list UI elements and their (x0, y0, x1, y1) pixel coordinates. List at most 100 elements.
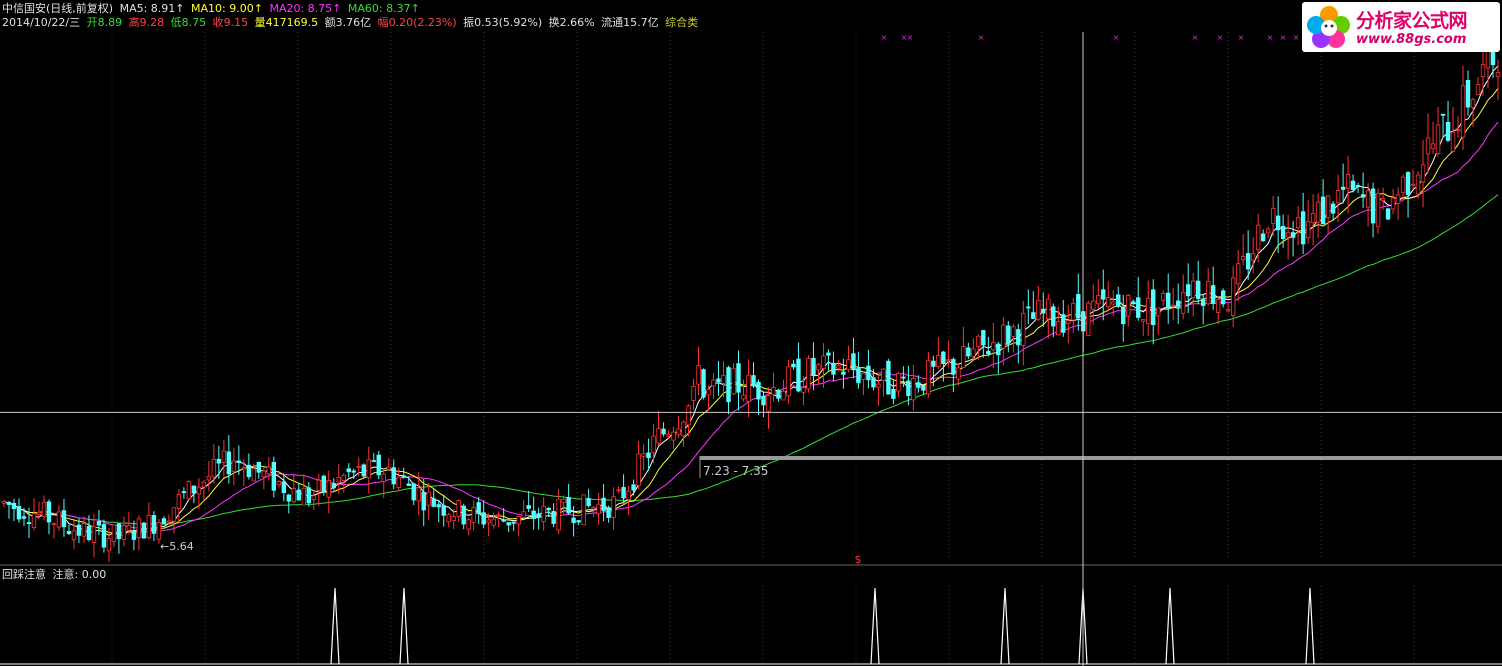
candle-body (576, 520, 581, 523)
indicator-spike (1305, 587, 1315, 665)
candle-body (886, 360, 891, 395)
candle-body (86, 526, 92, 540)
candle-body (446, 514, 451, 523)
candle-body (1420, 164, 1426, 183)
candle-body (1061, 314, 1066, 333)
candle-body (1096, 295, 1101, 305)
candle-body (1255, 224, 1261, 251)
candle-body (336, 477, 341, 483)
candle-body (271, 462, 277, 491)
candle-body (1445, 121, 1451, 141)
gap-band (700, 456, 1502, 460)
low-value: 低8.75 (170, 16, 207, 29)
candle-body (156, 522, 162, 540)
candle-body (931, 360, 936, 367)
candle-body (1036, 299, 1041, 320)
candle-body (1171, 304, 1176, 307)
candle-body (146, 514, 152, 539)
candle-body (256, 461, 262, 473)
candle-body (916, 382, 921, 388)
candle-body (31, 513, 37, 529)
change-value: 幅0.20(2.23%) (377, 16, 457, 29)
candle-body (896, 373, 901, 392)
candle-body (1260, 233, 1266, 242)
candle-body (911, 377, 916, 401)
candle-body (1141, 319, 1146, 322)
candle-body (831, 362, 836, 375)
candle-body (1166, 292, 1171, 309)
candle-body (501, 519, 506, 522)
candle-body (1465, 79, 1471, 108)
candle-body (121, 525, 127, 540)
candle-body (961, 346, 966, 369)
candle-body (416, 487, 421, 502)
candle-body (1335, 190, 1341, 204)
candle-body (241, 467, 247, 470)
candle-body (626, 490, 631, 500)
ma10-value: MA10: 9.00↑ (191, 2, 263, 15)
candle-body (131, 531, 137, 540)
candle-body (281, 481, 287, 494)
candle-body (871, 377, 876, 388)
candle-body (761, 395, 766, 406)
signal-mark: × (881, 33, 888, 42)
candle-body (801, 387, 806, 393)
candle-body (41, 502, 47, 518)
header-row-2: 2014/10/22/三 开8.89 高9.28 低8.75 收9.15 量41… (2, 16, 701, 30)
candle-body (711, 379, 716, 387)
candle-body (61, 510, 67, 528)
candle-body (651, 435, 656, 454)
candle-body (486, 519, 491, 523)
candle-body (136, 518, 142, 538)
candlestick-series (1, 32, 1501, 562)
candle-body (891, 388, 896, 399)
indicator-value: 注意: 0.00 (52, 568, 107, 581)
candle-body (1235, 263, 1241, 285)
candle-body (666, 434, 671, 437)
candle-body (1111, 301, 1116, 305)
candle-body (1051, 306, 1056, 327)
candle-body (1450, 131, 1456, 152)
candle-body (851, 353, 856, 371)
open-value: 开8.89 (86, 16, 123, 29)
candle-body (1460, 85, 1466, 138)
candle-body (516, 516, 521, 525)
candle-body (1021, 312, 1026, 346)
candle-body (1320, 196, 1326, 225)
candle-body (771, 387, 776, 396)
candle-body (456, 500, 461, 517)
candle-body (556, 498, 561, 531)
candle-body (701, 369, 706, 398)
candle-body (326, 480, 331, 498)
candle-body (491, 518, 496, 526)
candle-body (356, 466, 361, 468)
candle-body (106, 538, 112, 552)
candle-body (101, 524, 107, 548)
candle-body (296, 489, 302, 501)
candle-body (46, 501, 52, 523)
indicator-spike (399, 587, 409, 665)
kline-chart[interactable]: × × × × × × × × × × ×←5.647.23 - 7.35$ (0, 0, 1502, 666)
candle-body (91, 526, 97, 543)
candle-body (581, 494, 586, 526)
candle-body (611, 496, 616, 518)
candle-body (176, 494, 182, 509)
candle-body (401, 475, 406, 478)
indicator-spike (1000, 587, 1010, 665)
site-logo: 分析家公式网 www.88gs.com (1302, 2, 1500, 52)
gap-range-label: 7.23 - 7.35 (703, 464, 768, 478)
candle-body (606, 507, 611, 518)
candle-body (1330, 203, 1336, 214)
candle-body (981, 330, 986, 346)
ma5-value: MA5: 8.91↑ (119, 2, 185, 15)
candle-body (1410, 183, 1416, 186)
header-row-1: 中信国安(日线,前复权) MA5: 8.91↑ MA10: 9.00↑ MA20… (2, 2, 423, 16)
volume-value: 量417169.5 (254, 16, 319, 29)
candle-body (196, 486, 202, 495)
candle-body (406, 483, 411, 486)
candle-body (1250, 253, 1256, 261)
candle-body (1385, 208, 1391, 220)
candle-body (1355, 185, 1361, 187)
candle-body (71, 530, 77, 540)
candle-body (1325, 195, 1331, 219)
